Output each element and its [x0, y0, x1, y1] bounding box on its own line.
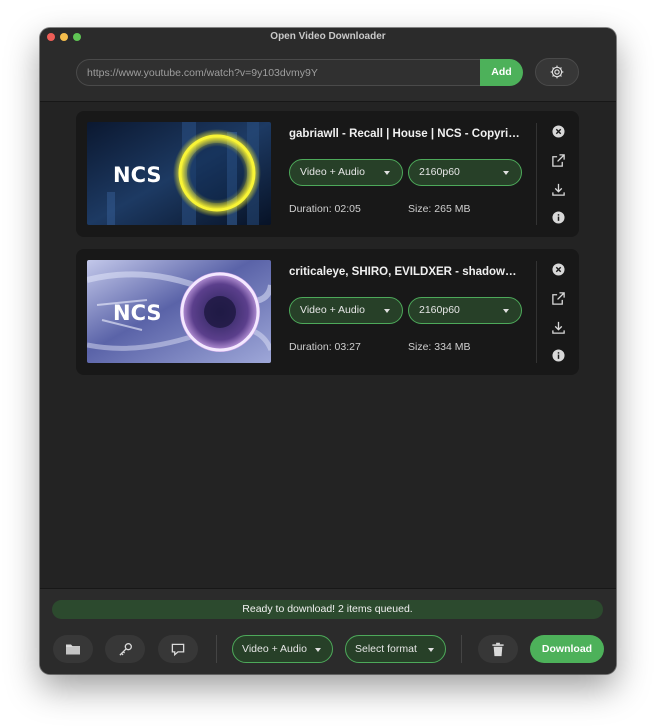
open-folder-button[interactable] [53, 635, 93, 663]
footer-bar: Ready to download! 2 items queued. Video… [40, 588, 616, 674]
url-input[interactable] [76, 59, 481, 86]
footer-divider [461, 635, 462, 663]
global-quality-select[interactable]: Select format [345, 635, 446, 663]
speech-bubble-icon [171, 643, 185, 656]
item-size: Size: 334 MB [408, 341, 471, 353]
gear-icon [550, 65, 564, 79]
key-icon [118, 642, 132, 656]
app-window: Open Video Downloader Add [40, 28, 616, 674]
feedback-button[interactable] [158, 635, 198, 663]
download-icon [552, 321, 565, 334]
item-size: Size: 265 MB [408, 203, 471, 215]
window-title: Open Video Downloader [270, 31, 386, 42]
open-external-button[interactable] [550, 152, 567, 169]
item-duration: Duration: 02:05 [289, 203, 361, 215]
item-duration: Duration: 03:27 [289, 341, 361, 353]
folder-icon [66, 644, 80, 655]
thumbnail-logo-text: NCS [113, 163, 162, 187]
format-select[interactable]: Video + Audio [289, 297, 403, 324]
title-bar: Open Video Downloader [40, 28, 616, 46]
open-external-icon [552, 292, 565, 305]
queue-list: NCS gabriawll - Recall | House | NCS - C… [40, 102, 616, 588]
chevron-down-icon [428, 648, 434, 652]
settings-button[interactable] [535, 58, 579, 86]
format-select-value: Video + Audio [300, 166, 365, 178]
remove-item-button[interactable] [550, 123, 567, 140]
info-icon [552, 211, 565, 224]
download-icon [552, 183, 565, 196]
chevron-down-icon [384, 309, 390, 313]
chevron-down-icon [384, 171, 390, 175]
quality-select[interactable]: 2160p60 [408, 297, 522, 324]
open-external-button[interactable] [550, 290, 567, 307]
global-format-value: Video + Audio [242, 643, 307, 655]
quality-select-value: 2160p60 [419, 166, 460, 178]
chevron-down-icon [503, 171, 509, 175]
remove-item-button[interactable] [550, 261, 567, 278]
queue-item: NCS gabriawll - Recall | House | NCS - C… [76, 111, 579, 237]
item-info-button[interactable] [550, 209, 567, 226]
open-external-icon [552, 154, 565, 167]
thumbnail-logo-text: NCS [113, 301, 162, 325]
download-item-button[interactable] [550, 181, 567, 198]
authentication-button[interactable] [105, 635, 145, 663]
download-item-button[interactable] [550, 319, 567, 336]
info-icon [552, 349, 565, 362]
item-title: criticaleye, SHIRO, EVILDXER - shadows |… [289, 266, 521, 278]
global-quality-value: Select format [355, 643, 417, 655]
format-select[interactable]: Video + Audio [289, 159, 403, 186]
status-bar: Ready to download! 2 items queued. [52, 600, 603, 619]
footer-divider [216, 635, 217, 663]
divider [536, 123, 537, 225]
add-button[interactable]: Add [480, 59, 523, 86]
chevron-down-icon [503, 309, 509, 313]
close-icon [552, 263, 565, 276]
global-format-select[interactable]: Video + Audio [232, 635, 333, 663]
item-info-button[interactable] [550, 347, 567, 364]
close-icon [552, 125, 565, 138]
item-title: gabriawll - Recall | House | NCS - Copyr… [289, 128, 521, 140]
video-thumbnail[interactable]: NCS [87, 122, 271, 225]
quality-select-value: 2160p60 [419, 304, 460, 316]
url-toolbar: Add [40, 46, 616, 102]
quality-select[interactable]: 2160p60 [408, 159, 522, 186]
trash-icon [492, 642, 504, 656]
download-all-button[interactable]: Download [530, 635, 604, 663]
chevron-down-icon [315, 648, 321, 652]
format-select-value: Video + Audio [300, 304, 365, 316]
queue-item: NCS criticaleye, SHIRO, EVILDXER - shado… [76, 249, 579, 375]
clear-queue-button[interactable] [478, 635, 518, 663]
video-thumbnail[interactable]: NCS [87, 260, 271, 363]
divider [536, 261, 537, 363]
